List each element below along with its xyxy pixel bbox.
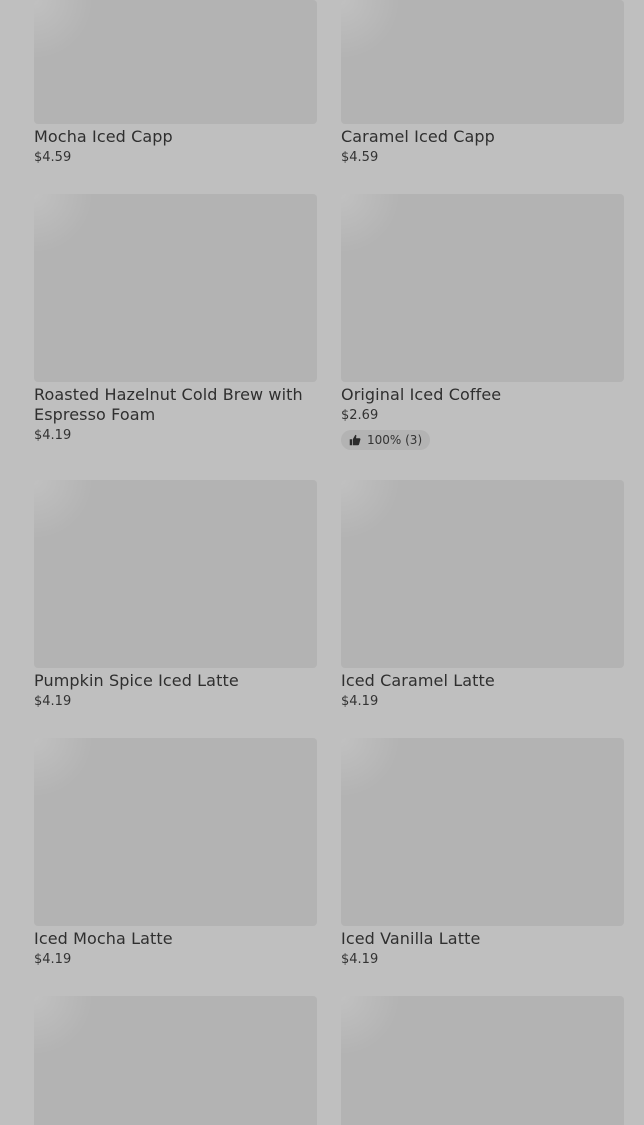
product-card-pumpkin-spice-iced-latte[interactable]: Pumpkin Spice Iced Latte $4.19 [34, 480, 317, 711]
product-image[interactable] [341, 194, 624, 382]
product-name[interactable]: Original Iced Coffee [341, 385, 624, 405]
product-image[interactable] [34, 738, 317, 926]
product-image[interactable] [34, 996, 317, 1125]
product-card[interactable] [34, 996, 317, 1125]
product-price: $4.19 [341, 952, 379, 967]
rating-text: 100% (3) [367, 433, 423, 447]
product-price: $4.59 [34, 150, 72, 165]
product-image[interactable] [341, 996, 624, 1125]
product-image[interactable] [34, 0, 317, 124]
product-image[interactable] [341, 480, 624, 668]
product-name[interactable]: Iced Vanilla Latte [341, 929, 624, 949]
product-image[interactable] [34, 194, 317, 382]
product-image[interactable] [341, 738, 624, 926]
product-price: $4.19 [34, 428, 72, 443]
product-card-iced-mocha-latte[interactable]: Iced Mocha Latte $4.19 [34, 738, 317, 969]
product-card-caramel-iced-capp[interactable]: Caramel Iced Capp $4.59 [341, 0, 624, 167]
product-card[interactable] [341, 996, 624, 1125]
thumbs-up-icon [349, 434, 361, 446]
product-name[interactable]: Roasted Hazelnut Cold Brew with Espresso… [34, 385, 317, 425]
product-price: $4.19 [34, 952, 72, 967]
product-card-roasted-hazelnut-cold-brew[interactable]: Roasted Hazelnut Cold Brew with Espresso… [34, 194, 317, 445]
product-name[interactable]: Pumpkin Spice Iced Latte [34, 671, 317, 691]
product-name[interactable]: Iced Mocha Latte [34, 929, 317, 949]
product-image[interactable] [34, 480, 317, 668]
product-name[interactable]: Mocha Iced Capp [34, 127, 317, 147]
rating-badge: 100% (3) [341, 430, 431, 450]
product-price: $2.69 [341, 408, 379, 423]
product-card-original-iced-coffee[interactable]: Original Iced Coffee $2.69 100% (3) [341, 194, 624, 450]
product-name[interactable]: Iced Caramel Latte [341, 671, 624, 691]
product-name[interactable]: Caramel Iced Capp [341, 127, 624, 147]
product-price: $4.19 [34, 694, 72, 709]
product-price: $4.19 [341, 694, 379, 709]
product-price: $4.59 [341, 150, 379, 165]
product-image[interactable] [341, 0, 624, 124]
product-card-mocha-iced-capp[interactable]: Mocha Iced Capp $4.59 [34, 0, 317, 167]
product-card-iced-vanilla-latte[interactable]: Iced Vanilla Latte $4.19 [341, 738, 624, 969]
product-card-iced-caramel-latte[interactable]: Iced Caramel Latte $4.19 [341, 480, 624, 711]
